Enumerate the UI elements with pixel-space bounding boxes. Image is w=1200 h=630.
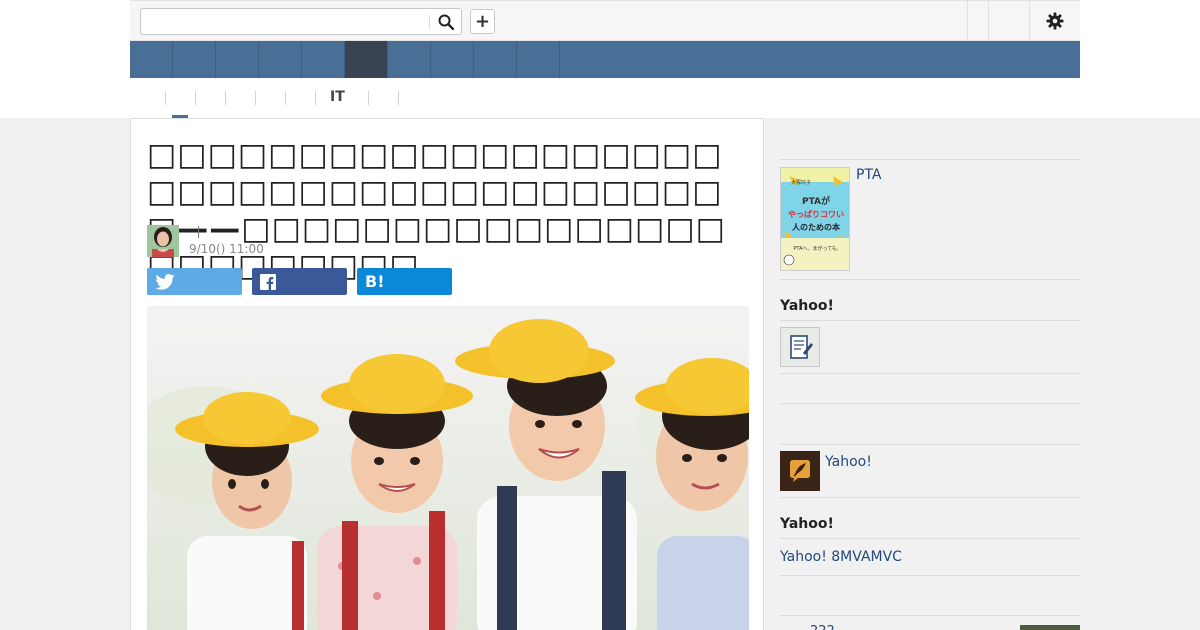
sub-nav-item[interactable] — [195, 91, 196, 105]
main-nav — [130, 41, 1080, 78]
author-separator — [198, 226, 199, 238]
top-toolbar: + — [130, 0, 1080, 41]
sub-nav-item[interactable] — [398, 91, 399, 105]
nav-tab[interactable] — [216, 41, 259, 78]
article-date: 9/10() 11:00 — [189, 242, 264, 256]
sub-nav-label: IT — [330, 89, 345, 105]
book-title-line-2: やっぱりコワい — [788, 209, 844, 219]
article-headline: □□□□□□□□□□□□□□□□□□□□□□□□□□□□□□□□□□□□□□□—… — [147, 137, 726, 284]
add-button[interactable]: + — [470, 9, 495, 34]
nav-tab[interactable] — [173, 41, 216, 78]
author-photo — [147, 225, 179, 257]
bottom-thumbnail[interactable] — [1020, 625, 1080, 630]
twitter-share-button[interactable] — [147, 268, 242, 295]
facebook-share-button[interactable] — [252, 268, 347, 295]
sub-nav-item[interactable] — [165, 91, 166, 105]
nav-tab[interactable] — [517, 41, 560, 78]
search-box — [140, 8, 462, 35]
sub-nav-item[interactable] — [285, 91, 286, 105]
book-author: 大塚玲子 — [791, 179, 811, 186]
yahoo-creators-link[interactable]: Yahoo! — [825, 454, 872, 470]
twitter-icon — [155, 273, 175, 290]
book-subtitle: PTAへ、まがっても, — [793, 245, 839, 252]
sidebar: 大塚玲子 PTAが やっぱりコワい 人のための本 PTAへ、まがっても, PTA… — [780, 118, 1080, 630]
author-avatar[interactable] — [147, 225, 179, 257]
sidebar-divider — [780, 497, 1080, 498]
book-cover-image[interactable]: 大塚玲子 PTAが やっぱりコワい 人のための本 PTAへ、まがっても, — [780, 167, 850, 271]
sidebar-divider — [780, 444, 1080, 445]
nav-tab[interactable] — [474, 41, 517, 78]
hatena-icon: B! — [365, 272, 385, 291]
sub-nav-item[interactable] — [255, 91, 256, 105]
yahoo-link[interactable]: Yahoo! 8MVAMVC — [780, 549, 902, 565]
toolbar-separator — [967, 1, 968, 41]
sidebar-divider — [780, 373, 1080, 374]
search-button[interactable] — [431, 9, 461, 34]
article-hero-image — [147, 306, 749, 630]
sidebar-section-heading: Yahoo! — [780, 298, 834, 314]
nav-tab[interactable] — [259, 41, 302, 78]
feather-icon[interactable] — [780, 451, 820, 491]
hatena-bookmark-button[interactable]: B! — [357, 268, 452, 295]
nav-tab[interactable] — [431, 41, 474, 78]
nav-tab[interactable] — [388, 41, 431, 78]
sub-nav-item-it[interactable]: IT — [315, 89, 345, 105]
sidebar-divider — [780, 279, 1080, 280]
sidebar-divider — [780, 159, 1080, 160]
nav-tab-active[interactable] — [345, 41, 388, 78]
book-title-line-1: PTAが — [802, 195, 831, 207]
sidebar-divider — [780, 615, 1080, 616]
notebook-icon[interactable] — [780, 327, 820, 367]
search-input[interactable] — [145, 12, 425, 31]
settings-button[interactable] — [1044, 10, 1066, 32]
article: □□□□□□□□□□□□□□□□□□□□□□□□□□□□□□□□□□□□□□□—… — [130, 118, 764, 630]
sub-nav-item[interactable] — [368, 91, 369, 105]
facebook-icon — [260, 273, 276, 290]
nav-tab[interactable] — [302, 41, 345, 78]
sub-nav-item[interactable] — [225, 91, 226, 105]
toolbar-separator — [1029, 1, 1030, 41]
sub-nav: IT — [130, 78, 1080, 118]
gear-icon — [1046, 12, 1064, 30]
nav-tab[interactable] — [130, 41, 173, 78]
sidebar-divider — [780, 403, 1080, 404]
search-divider — [429, 15, 430, 29]
sidebar-section-heading: Yahoo! — [780, 516, 834, 532]
bottom-link[interactable]: 222 — [810, 624, 835, 630]
book-title-line-3: 人のための本 — [792, 222, 840, 232]
toolbar-separator — [988, 1, 989, 41]
search-icon — [438, 14, 454, 30]
sidebar-divider — [780, 320, 1080, 321]
sidebar-divider — [780, 575, 1080, 576]
book-link[interactable]: PTA — [856, 167, 881, 183]
sidebar-divider — [780, 538, 1080, 539]
